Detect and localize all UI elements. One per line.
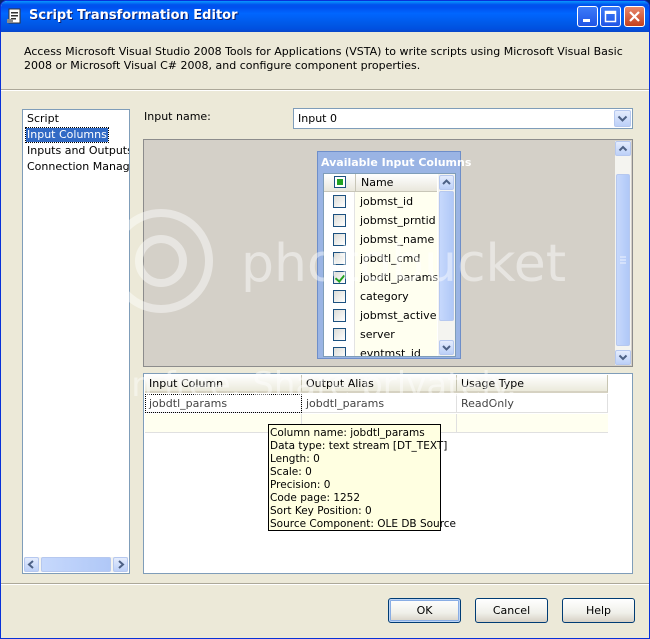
script-component-icon [7,8,23,24]
input-name-dropdown-button[interactable] [614,110,631,127]
select-all-checkbox[interactable] [334,176,346,188]
scroll-right-button[interactable] [113,557,128,572]
tooltip-source-component: Source Component: OLE DB Source [270,518,457,530]
close-icon [629,11,640,22]
chevron-down-icon [442,345,451,351]
chevron-up-icon [618,145,628,152]
page-navigation-list[interactable]: Script Input Columns Inputs and Outputs … [22,109,130,574]
list-item[interactable]: evntmst_id [324,344,437,357]
input-column-header[interactable]: Input Column [145,375,302,393]
columns-scroll-up-button[interactable] [439,175,454,190]
sidebar-item-input-columns[interactable]: Input Columns [25,127,109,143]
tooltip-length: Length: 0 [270,453,320,465]
column-checkbox[interactable] [333,233,346,246]
designer-scroll-down-button[interactable] [615,350,631,365]
input-name-value: Input 0 [298,112,337,125]
column-checkbox[interactable] [333,290,346,303]
nav-scroll-thumb[interactable] [41,557,111,572]
ok-button[interactable]: OK [388,598,461,623]
column-info-tooltip: Column name: jobdtl_params Data type: te… [268,424,457,531]
column-name: server [360,328,395,341]
list-item[interactable]: server [324,325,437,345]
column-checkbox[interactable] [333,347,346,356]
help-button[interactable]: Help [562,598,635,623]
input-name-label: Input name: [144,110,211,123]
list-item[interactable]: jobmst_prntid [324,211,437,231]
column-checkbox[interactable] [333,328,346,341]
columns-scroll-down-button[interactable] [439,340,454,355]
available-columns-header: Name [324,174,437,192]
chevron-down-icon [618,354,628,361]
list-item[interactable]: jobmst_active [324,306,437,326]
column-name: jobmst_name [360,233,435,246]
column-checkbox[interactable] [333,309,346,322]
title-bar[interactable]: Script Transformation Editor [1,1,649,32]
available-columns-scrollbar[interactable] [438,174,455,356]
close-button[interactable] [624,6,645,27]
chevron-left-icon [27,560,34,569]
available-columns-title: Available Input Columns [321,156,472,169]
list-item[interactable]: jobmst_name [324,230,437,250]
usage-type-header[interactable]: Usage Type [457,375,608,393]
tooltip-data-type: Data type: text stream [DT_TEXT] [270,440,448,452]
editor-description: Access Microsoft Visual Studio 2008 Tool… [24,45,623,72]
designer-vertical-scrollbar[interactable] [615,141,631,365]
name-column-header[interactable]: Name [361,176,393,189]
list-item[interactable]: jobmst_id [324,192,437,212]
column-name: category [360,290,409,303]
usage-type-cell[interactable]: ReadOnly [457,394,608,413]
column-name: jobmst_active [360,309,437,322]
available-input-columns-panel: Available Input Columns Name jobmst_id j… [317,151,471,359]
footer-divider [1,583,649,585]
window-title: Script Transformation Editor [29,8,238,23]
tooltip-sort-key: Sort Key Position: 0 [270,505,372,517]
maximize-button[interactable] [600,6,621,27]
tooltip-code-page: Code page: 1252 [270,492,361,504]
designer-scroll-thumb[interactable] [616,174,630,346]
input-column-cell[interactable]: jobdtl_params [145,394,302,413]
output-alias-cell[interactable]: jobdtl_params [302,394,457,413]
tooltip-column-name: Column name: jobdtl_params [270,427,425,439]
column-checkbox[interactable] [333,271,346,284]
minimize-button[interactable] [577,6,598,27]
tooltip-precision: Precision: 0 [270,479,331,491]
tooltip-scale: Scale: 0 [270,466,312,478]
column-checkbox[interactable] [333,252,346,265]
input-name-select[interactable]: Input 0 [293,108,633,129]
sidebar-item-inputs-and-outputs[interactable]: Inputs and Outputs [26,144,129,158]
chevron-down-icon [617,115,628,122]
column-name: jobdtl_params [360,271,439,284]
list-item[interactable]: jobdtl_cmd [324,249,437,269]
sidebar-item-connection-managers[interactable]: Connection Managers [26,160,129,174]
available-columns-list[interactable]: Name jobmst_id jobmst_prntid jobmst_name… [323,173,456,357]
chevron-up-icon [442,179,451,185]
designer-scroll-up-button[interactable] [615,141,631,156]
column-checkbox[interactable] [333,214,346,227]
column-name: jobmst_id [360,195,414,208]
chevron-right-icon [118,560,125,569]
list-item[interactable]: jobdtl_params [324,268,439,288]
column-name: jobmst_prntid [360,214,436,227]
header-divider [1,89,649,91]
list-item[interactable]: category [324,287,437,307]
column-name: jobdtl_cmd [360,252,421,265]
column-checkbox[interactable] [333,195,346,208]
sidebar-item-script[interactable]: Script [26,112,60,126]
cancel-button[interactable]: Cancel [475,598,548,623]
column-name: evntmst_id [360,347,421,357]
script-transformation-editor-window: Script Transformation Editor Access Micr… [0,0,650,639]
columns-scroll-thumb[interactable] [439,191,454,321]
scroll-left-button[interactable] [24,557,39,572]
output-alias-header[interactable]: Output Alias [302,375,457,393]
nav-horizontal-scrollbar[interactable] [24,557,128,572]
